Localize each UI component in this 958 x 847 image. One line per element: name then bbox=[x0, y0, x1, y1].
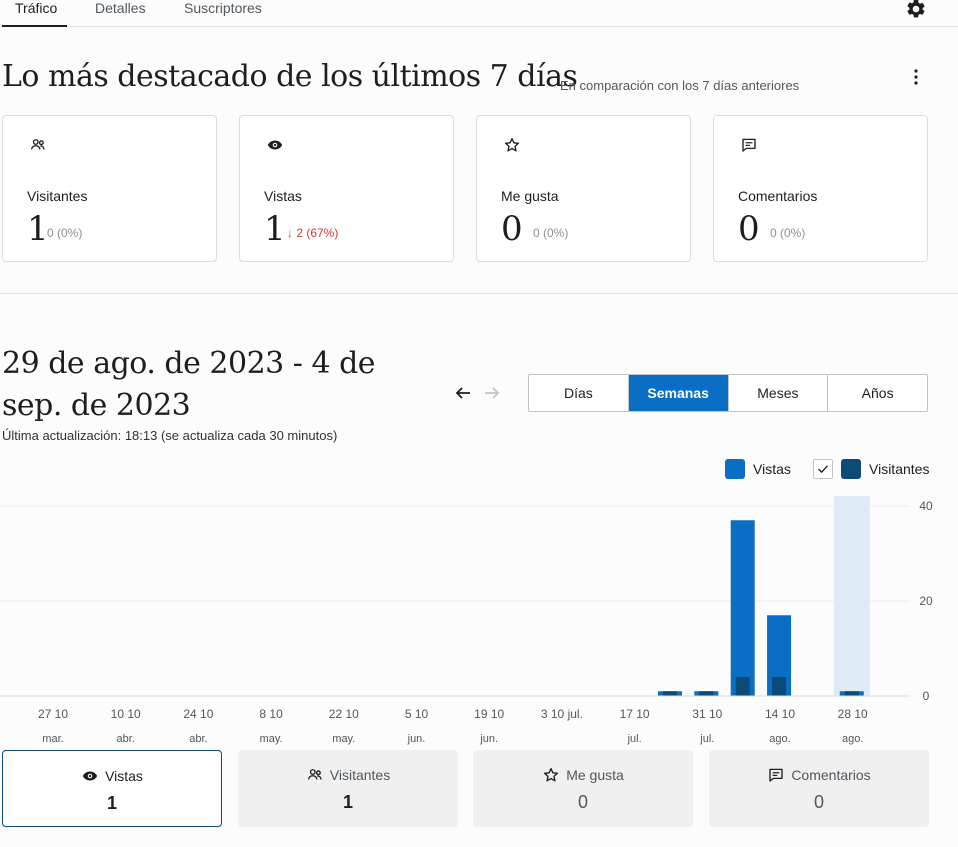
checkmark-icon bbox=[818, 465, 828, 474]
comment-icon bbox=[742, 138, 756, 152]
period-semanas-button[interactable]: Semanas bbox=[628, 375, 729, 411]
star-icon bbox=[504, 137, 520, 152]
summary-tab-visitantes[interactable]: Visitantes 1 bbox=[238, 750, 458, 827]
highlight-card-visitantes: Visitantes 1 0 (0%) bbox=[2, 115, 217, 262]
tab-detalles[interactable]: Detalles bbox=[95, 0, 146, 27]
x-tick-month-label: abr. bbox=[117, 733, 135, 745]
legend-swatch-vistas bbox=[725, 459, 745, 479]
gear-icon[interactable] bbox=[905, 0, 927, 20]
legend-label-vistas: Vistas bbox=[753, 461, 791, 477]
summary-label: Me gusta bbox=[566, 767, 624, 783]
card-label: Comentarios bbox=[738, 188, 818, 204]
card-value: 1 bbox=[264, 209, 286, 249]
summary-tab-comentarios[interactable]: Comentarios 0 bbox=[709, 750, 929, 827]
more-options-icon[interactable] bbox=[906, 66, 926, 88]
card-label: Vistas bbox=[264, 188, 302, 204]
legend-checkbox-visitantes[interactable] bbox=[813, 459, 833, 479]
x-tick-label: 19 10 bbox=[474, 707, 504, 721]
highlight-card-me-gusta: Me gusta 0 0 (0%) bbox=[476, 115, 691, 262]
card-delta: 0 (0%) bbox=[47, 226, 83, 240]
x-tick-month-label: mar. bbox=[42, 733, 63, 745]
people-icon bbox=[30, 139, 45, 150]
y-tick-label: 20 bbox=[919, 594, 933, 608]
summary-tab-vistas[interactable]: Vistas 1 bbox=[2, 750, 222, 827]
x-tick-label: 22 10 bbox=[329, 707, 359, 721]
bar-visitantes bbox=[699, 691, 714, 696]
selected-week-column bbox=[833, 496, 870, 696]
x-tick-label: 24 10 bbox=[183, 707, 213, 721]
highlights-title: Lo más destacado de los últimos 7 días bbox=[2, 59, 578, 94]
period-dias-button[interactable]: Días bbox=[529, 375, 629, 411]
tab-trafico[interactable]: Tráfico bbox=[2, 0, 67, 27]
x-tick-label: 31 10 bbox=[692, 707, 722, 721]
highlights-subtitle: En comparación con los 7 días anteriores bbox=[560, 78, 800, 93]
x-tick-label: 5 10 bbox=[405, 707, 429, 721]
x-tick-month-label: ago. bbox=[842, 733, 863, 745]
card-label: Me gusta bbox=[501, 188, 559, 204]
bar-visitantes bbox=[772, 677, 787, 696]
x-tick-label: 14 10 bbox=[765, 707, 795, 721]
highlight-card-comentarios: Comentarios 0 0 (0%) bbox=[713, 115, 928, 262]
x-tick-month-label: jul. bbox=[627, 733, 642, 745]
bar-visitantes bbox=[844, 691, 859, 696]
summary-tab-me-gusta[interactable]: Me gusta 0 bbox=[473, 750, 693, 827]
star-icon bbox=[544, 767, 559, 782]
x-tick-month-label: ago. bbox=[769, 733, 790, 745]
comment-icon bbox=[769, 768, 783, 782]
summary-value: 1 bbox=[342, 792, 353, 812]
summary-value: 0 bbox=[577, 792, 588, 812]
tab-suscriptores[interactable]: Suscriptores bbox=[184, 0, 262, 27]
legend-visitantes[interactable]: Visitantes bbox=[813, 459, 931, 481]
y-tick-label: 0 bbox=[923, 689, 930, 703]
x-tick-month-label: jun. bbox=[479, 733, 498, 745]
y-tick-label: 40 bbox=[919, 499, 933, 513]
date-range-title: 29 de ago. de 2023 - 4 de sep. de 2023 bbox=[2, 346, 376, 423]
x-tick-label: 28 10 bbox=[838, 707, 868, 721]
last-updated-text: Última actualización: 18:13 (se actualiz… bbox=[2, 428, 338, 443]
x-tick-month-label: may. bbox=[332, 733, 355, 745]
people-icon bbox=[307, 769, 322, 780]
card-delta: ↓ 2 (67%) bbox=[287, 226, 339, 240]
x-tick-label: 17 10 bbox=[620, 707, 650, 721]
period-selector: Días Semanas Meses Años bbox=[528, 374, 928, 412]
card-label: Visitantes bbox=[27, 188, 88, 204]
summary-value: 0 bbox=[813, 792, 824, 812]
card-value: 0 bbox=[501, 209, 523, 249]
x-tick-month-label: jun. bbox=[407, 733, 426, 745]
card-delta: 0 (0%) bbox=[770, 226, 806, 240]
period-anos-button[interactable]: Años bbox=[828, 375, 927, 411]
card-delta: 0 (0%) bbox=[533, 226, 569, 240]
eye-icon bbox=[82, 771, 98, 781]
x-tick-label: 8 10 bbox=[259, 707, 283, 721]
x-tick-month-label: may. bbox=[260, 733, 283, 745]
eye-icon bbox=[267, 140, 283, 150]
summary-label: Comentarios bbox=[791, 767, 871, 783]
arrow-left-icon[interactable] bbox=[452, 382, 474, 404]
legend-swatch-visitantes bbox=[841, 459, 861, 479]
summary-value: 1 bbox=[106, 793, 117, 813]
stats-tabs: Tráfico Detalles Suscriptores bbox=[0, 0, 958, 27]
x-tick-month-label: abr. bbox=[189, 733, 207, 745]
card-value: 1 bbox=[27, 209, 49, 249]
x-tick-label: 10 10 bbox=[111, 707, 141, 721]
bar-visitantes bbox=[735, 677, 750, 696]
x-tick-label: 3 10 jul. bbox=[541, 707, 583, 721]
traffic-chart: 0 20 40 27 10 mar. 10 10 abr. 24 10 abr. 8 10 may.… bbox=[0, 496, 933, 745]
legend-vistas[interactable]: Vistas bbox=[725, 459, 805, 481]
arrow-right-icon[interactable] bbox=[481, 382, 503, 404]
bar-vistas bbox=[730, 520, 755, 696]
summary-label: Vistas bbox=[105, 768, 143, 784]
highlight-card-vistas: Vistas 1 ↓ 2 (67%) bbox=[239, 115, 454, 262]
card-value: 0 bbox=[738, 209, 760, 249]
summary-label: Visitantes bbox=[329, 767, 391, 783]
x-tick-month-label: jul. bbox=[699, 733, 714, 745]
bar-visitantes bbox=[663, 691, 677, 696]
section-divider bbox=[0, 293, 958, 294]
legend-label-visitantes: Visitantes bbox=[869, 461, 930, 477]
x-tick-label: 27 10 bbox=[38, 707, 68, 721]
period-meses-button[interactable]: Meses bbox=[729, 375, 829, 411]
